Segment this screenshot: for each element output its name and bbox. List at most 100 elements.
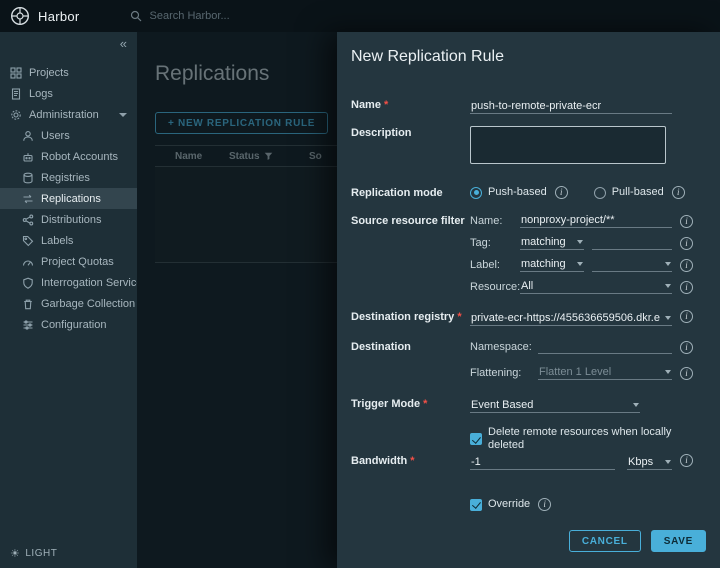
cancel-button[interactable]: CANCEL — [569, 530, 641, 552]
push-based-info-icon[interactable]: i — [555, 186, 568, 199]
sidebar-item-users[interactable]: Users — [0, 125, 137, 146]
bandwidth-row: Bandwidth* Kbps i — [351, 454, 703, 470]
chevron-down-icon — [665, 370, 671, 374]
filter-label-value-select[interactable] — [592, 256, 672, 272]
chevron-down-icon — [577, 262, 583, 266]
destination-registry-label: Destination registry* — [351, 310, 470, 324]
chevron-down-icon — [665, 284, 671, 288]
pull-based-label: Pull-based — [612, 186, 664, 199]
theme-toggle-label: LIGHT — [25, 548, 57, 559]
flattening-select[interactable]: Flatten 1 Level — [538, 364, 672, 380]
filter-label-info-icon[interactable]: i — [680, 259, 693, 272]
name-field-row: Name* — [351, 98, 703, 114]
destination-registry-info-icon[interactable]: i — [680, 310, 693, 323]
sidebar-item-logs[interactable]: Logs — [0, 83, 137, 104]
pull-based-info-icon[interactable]: i — [672, 186, 685, 199]
distributions-icon — [22, 214, 34, 226]
override-label: Override — [488, 498, 530, 511]
sidebar-item-labels[interactable]: Labels — [0, 230, 137, 251]
trigger-mode-select[interactable]: Event Based — [470, 397, 640, 413]
delete-remote-checkbox[interactable] — [470, 433, 482, 445]
filter-label-label: Label: — [470, 258, 520, 272]
users-icon — [22, 130, 34, 142]
sun-icon: ☀ — [10, 547, 20, 560]
project-quotas-icon — [22, 256, 34, 268]
trigger-mode-row: Trigger Mode* Event Based — [351, 397, 703, 413]
filter-name-input[interactable] — [520, 212, 672, 228]
filter-tag-info-icon[interactable]: i — [680, 237, 693, 250]
bandwidth-input[interactable] — [470, 454, 615, 470]
description-field-row: Description — [351, 126, 703, 164]
sidebar-item-project-quotas[interactable]: Project Quotas — [0, 251, 137, 272]
filter-name-label: Name: — [470, 214, 520, 228]
harbor-logo-icon — [10, 6, 30, 26]
sidebar-item-administration[interactable]: Administration — [0, 104, 137, 125]
sidebar-item-configuration[interactable]: Configuration — [0, 314, 137, 335]
sidebar-item-distributions[interactable]: Distributions — [0, 209, 137, 230]
delete-remote-row: Delete remote resources when locally del… — [351, 426, 703, 452]
robot-accounts-icon — [22, 151, 34, 163]
override-info-icon[interactable]: i — [538, 498, 551, 511]
configuration-icon — [22, 319, 34, 331]
sidebar-item-garbage-collection[interactable]: Garbage Collection — [0, 293, 137, 314]
name-label: Name* — [351, 98, 470, 112]
flattening-row: Flattening: Flatten 1 Level i — [470, 366, 703, 380]
destination-row: Destination Namespace: i Flattening: Fla… — [351, 340, 703, 380]
filter-resource-select[interactable]: All — [520, 278, 672, 294]
source-resource-filter-row: Source resource filter Name: i Tag: matc… — [351, 214, 703, 294]
namespace-info-icon[interactable]: i — [680, 341, 693, 354]
sidebar-item-interrogation-services[interactable]: Interrogation Services — [0, 272, 137, 293]
sidebar-collapse-icon[interactable]: « — [120, 36, 127, 51]
filter-resource-info-icon[interactable]: i — [680, 281, 693, 294]
save-button[interactable]: SAVE — [651, 530, 706, 552]
chevron-down-icon — [119, 113, 127, 117]
logs-icon — [10, 88, 22, 100]
theme-toggle[interactable]: ☀ LIGHT — [10, 547, 57, 560]
name-input[interactable] — [470, 98, 672, 114]
description-label: Description — [351, 126, 470, 140]
top-bar: Harbor — [0, 0, 720, 32]
source-resource-filter-label: Source resource filter — [351, 214, 470, 228]
chevron-down-icon — [633, 403, 639, 407]
delete-remote-label: Delete remote resources when locally del… — [488, 426, 703, 452]
labels-icon — [22, 235, 34, 247]
namespace-row: Namespace: i — [470, 340, 703, 354]
push-based-radio[interactable] — [470, 187, 482, 199]
bandwidth-unit-select[interactable]: Kbps — [627, 454, 672, 470]
sidebar-item-registries[interactable]: Registries — [0, 167, 137, 188]
administration-icon — [10, 109, 22, 121]
destination-registry-select[interactable]: private-ecr-https://455636659506.dkr.ecr… — [470, 310, 672, 326]
replication-mode-row: Replication mode Push-based i Pull-based… — [351, 186, 703, 200]
chevron-down-icon — [665, 262, 671, 266]
replication-mode-label: Replication mode — [351, 186, 470, 200]
trigger-mode-label: Trigger Mode* — [351, 397, 470, 411]
filter-tag-mode-select[interactable]: matching — [520, 234, 584, 250]
sidebar-item-replications[interactable]: Replications — [0, 188, 137, 209]
filter-name-row: Name: i — [470, 214, 703, 228]
filter-label-row: Label: matching i — [470, 258, 703, 272]
chevron-down-icon — [665, 316, 671, 320]
harbor-app: Harbor « Projects Logs — [0, 0, 720, 568]
override-row: Override i — [351, 498, 703, 511]
filter-resource-row: Resource: All i — [470, 280, 703, 294]
sidebar-item-projects[interactable]: Projects — [0, 62, 137, 83]
search-input[interactable] — [148, 9, 368, 23]
bandwidth-info-icon[interactable]: i — [680, 454, 693, 467]
flattening-info-icon[interactable]: i — [680, 367, 693, 380]
filter-label-mode-select[interactable]: matching — [520, 256, 584, 272]
pull-based-radio[interactable] — [594, 187, 606, 199]
namespace-input[interactable] — [538, 338, 672, 354]
brand-title: Harbor — [38, 9, 80, 24]
sidebar: « Projects Logs Administration — [0, 32, 137, 568]
interrogation-services-icon — [22, 277, 34, 289]
filter-tag-row: Tag: matching i — [470, 236, 703, 250]
modal-footer: CANCEL SAVE — [569, 530, 706, 552]
destination-registry-row: Destination registry* private-ecr-https:… — [351, 310, 703, 326]
filter-name-info-icon[interactable]: i — [680, 215, 693, 228]
filter-tag-input[interactable] — [592, 234, 672, 250]
sidebar-item-robot-accounts[interactable]: Robot Accounts — [0, 146, 137, 167]
description-textarea[interactable] — [470, 126, 666, 164]
chevron-down-icon — [577, 240, 583, 244]
filter-tag-label: Tag: — [470, 236, 520, 250]
override-checkbox[interactable] — [470, 499, 482, 511]
